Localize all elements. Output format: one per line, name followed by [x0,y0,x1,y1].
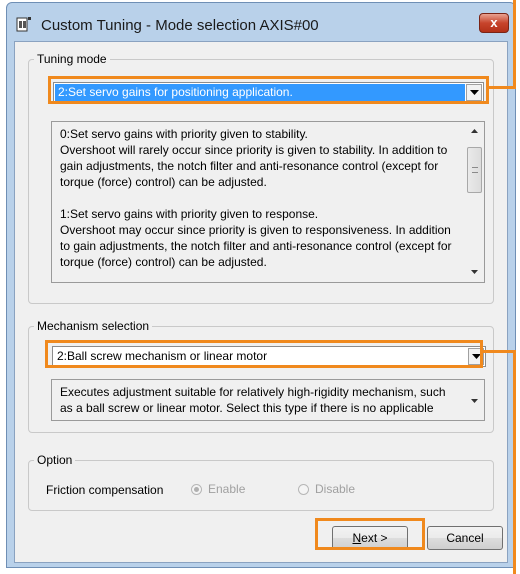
next-button-label: Next > [352,531,388,545]
radio-selected-icon [191,483,202,495]
friction-disable-label: Disable [315,482,356,496]
radio-unselected-icon [298,483,309,495]
mechanism-dropdown-button[interactable] [468,348,484,365]
mechanism-scrollbar[interactable] [466,381,483,419]
mechanism-select[interactable]: 2:Ball screw mechanism or linear motor [52,346,486,367]
chevron-down-icon [470,90,479,95]
scroll-up-icon [471,129,478,133]
tuning-mode-description-box[interactable]: 0:Set servo gains with priority given to… [51,121,485,283]
close-icon: x [490,15,498,30]
scroll-up-button[interactable] [466,123,483,140]
scroll-down-button[interactable] [466,393,483,410]
scroll-down-icon [471,399,478,403]
friction-compensation-label: Friction compensation [46,483,164,497]
chevron-down-icon [472,354,481,359]
scroll-down-button[interactable] [466,264,483,281]
tuning-mode-scrollbar[interactable] [466,123,483,281]
scroll-down-icon [471,270,478,274]
mechanism-selected: 2:Ball screw mechanism or linear motor [57,349,268,363]
tuning-mode-description-text: 0:Set servo gains with priority given to… [60,126,460,282]
friction-enable-label: Enable [208,482,246,496]
tuning-mode-select[interactable]: 2:Set servo gains for positioning applic… [53,82,484,103]
window-title: Custom Tuning - Mode selection AXIS#00 [41,17,319,34]
cancel-button-label: Cancel [446,531,484,545]
tuning-mode-legend: Tuning mode [37,52,107,66]
next-button[interactable]: Next > [332,526,408,550]
close-button[interactable]: x [479,13,509,33]
tuning-mode-dropdown-button[interactable] [466,84,482,101]
dialog-window: Custom Tuning - Mode selection AXIS#00 x… [6,2,516,568]
mechanism-legend: Mechanism selection [37,319,150,333]
option-legend: Option [37,453,73,467]
cancel-button[interactable]: Cancel [427,526,503,550]
app-icon [16,17,31,32]
mechanism-description-text: Executes adjustment suitable for relativ… [60,385,446,415]
title-bar[interactable]: Custom Tuning - Mode selection AXIS#00 x [7,3,515,41]
scroll-thumb[interactable] [467,147,482,193]
option-group: Option [28,453,494,511]
tuning-mode-selected: 2:Set servo gains for positioning applic… [55,84,465,101]
mechanism-description-box[interactable]: Executes adjustment suitable for relativ… [51,379,485,421]
friction-enable-radio[interactable]: Enable [191,482,245,496]
friction-disable-radio[interactable]: Disable [298,482,355,496]
tuning-mode-description-0: 0:Set servo gains with priority given to… [60,127,448,189]
tuning-mode-description-1: 1:Set servo gains with priority given to… [60,207,452,269]
grip-icon [472,167,478,173]
dialog-body: Tuning mode 2:Set servo gains for positi… [14,41,508,563]
